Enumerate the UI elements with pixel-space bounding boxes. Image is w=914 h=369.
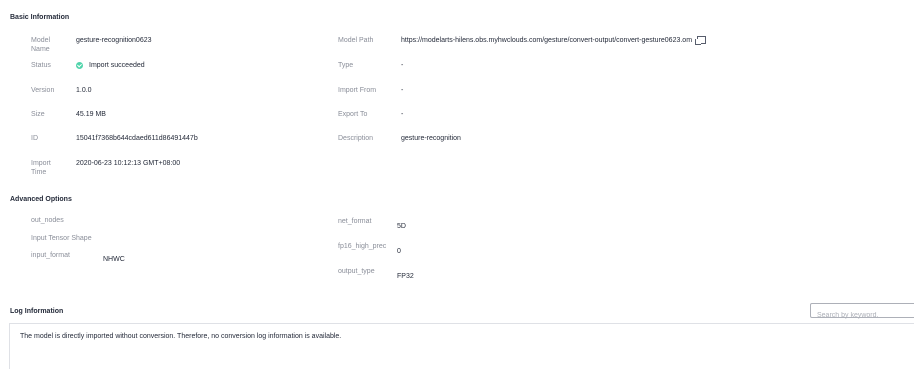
- fp16-high-prec-label: fp16_high_prec: [338, 243, 387, 250]
- description-value: gesture-recognition: [401, 135, 461, 142]
- basic-information-title: Basic Information: [10, 14, 70, 21]
- status-value: Import succeeded: [76, 61, 145, 70]
- model-path-label: Model Path: [338, 37, 374, 44]
- import-from-label: Import From: [338, 87, 377, 94]
- import-time-value: 2020-06-23 10:12:13 GMT+08:00: [76, 160, 181, 167]
- size-value: 45.19 MB: [76, 111, 106, 118]
- model-path-text: https://modelarts-hilens.obs.myhwclouds.…: [401, 37, 693, 44]
- out-nodes-label: out_nodes: [31, 217, 64, 224]
- version-value: 1.0.0: [76, 87, 92, 94]
- output-type-label: output_type: [338, 268, 375, 275]
- version-label: Version: [31, 87, 55, 94]
- type-label: Type: [338, 62, 354, 69]
- fp16-high-prec-value: 0: [397, 248, 401, 255]
- input-tensor-shape-label: Input Tensor Shape: [31, 235, 92, 242]
- log-search-input[interactable]: [811, 309, 902, 322]
- status-label: Status: [31, 62, 51, 69]
- model-path-value: https://modelarts-hilens.obs.myhwclouds.…: [401, 36, 707, 45]
- input-format-label: input_format: [31, 252, 70, 259]
- id-label: ID: [31, 135, 38, 142]
- net-format-value: 5D: [397, 223, 406, 230]
- input-format-value: NHWC: [103, 256, 125, 263]
- export-to-value: -: [401, 111, 404, 118]
- log-information-title: Log Information: [10, 308, 64, 315]
- export-to-label: Export To: [338, 111, 368, 118]
- model-name-value: gesture-recognition0623: [76, 37, 152, 44]
- size-label: Size: [31, 111, 45, 118]
- import-time-label: Import Time: [31, 160, 51, 176]
- advanced-options-title: Advanced Options: [10, 196, 72, 203]
- model-name-label: Model Name: [31, 37, 51, 53]
- log-message: The model is directly imported without c…: [20, 333, 342, 340]
- net-format-label: net_format: [338, 218, 372, 225]
- description-label: Description: [338, 135, 374, 142]
- success-check-icon: [76, 61, 83, 69]
- log-content-panel: The model is directly imported without c…: [9, 323, 914, 369]
- type-value: -: [401, 62, 404, 69]
- log-search-box: [810, 303, 914, 322]
- copy-icon[interactable]: [695, 36, 707, 45]
- status-text: Import succeeded: [89, 62, 145, 69]
- import-from-value: -: [401, 87, 404, 94]
- output-type-value: FP32: [397, 273, 414, 280]
- id-value: 15041f7368b644cdaed611d86491447b: [76, 135, 198, 142]
